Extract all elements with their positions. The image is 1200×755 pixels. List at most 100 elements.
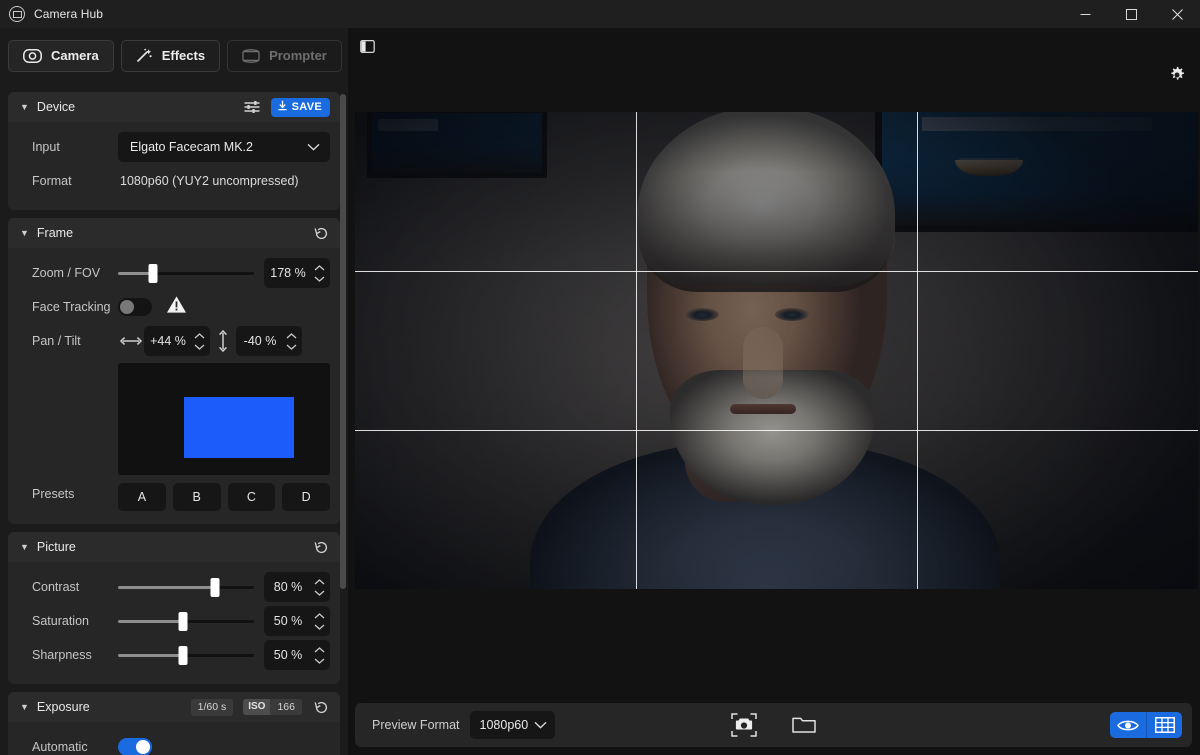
chevron-down-icon	[307, 140, 320, 154]
window-controls	[1062, 0, 1200, 28]
grid-line-horizontal-2	[355, 429, 1198, 431]
preset-c-button[interactable]: C	[227, 483, 276, 511]
slider-fill	[118, 619, 184, 623]
slider-thumb[interactable]	[210, 577, 220, 597]
presets-label: Presets	[32, 487, 75, 501]
warning-icon	[166, 295, 187, 319]
preset-d-button[interactable]: D	[282, 483, 330, 511]
sharpness-row: Sharpness 50 %	[18, 639, 330, 671]
stepper-arrows[interactable]	[192, 332, 210, 350]
saturation-label: Saturation	[32, 614, 89, 628]
tab-prompter[interactable]: Prompter	[227, 39, 342, 72]
zoom-label: Zoom / FOV	[32, 266, 101, 280]
save-button[interactable]: SAVE	[270, 97, 330, 117]
grid-icon[interactable]	[1146, 712, 1182, 738]
slider-thumb[interactable]	[178, 611, 188, 631]
face-tracking-row: Face Tracking	[18, 291, 330, 323]
grid-line-horizontal-1	[355, 270, 1198, 272]
save-button-label: SAVE	[291, 101, 322, 113]
camera-preview[interactable]	[355, 112, 1200, 625]
settings-panels: ▼ Device SAVE Input Elgato Facecam MK.2 …	[0, 92, 348, 755]
sharpness-stepper[interactable]: 50 %	[264, 640, 330, 670]
device-header-actions: SAVE	[243, 97, 330, 117]
sliders-icon[interactable]	[243, 98, 261, 116]
frame-preview-row	[18, 359, 330, 475]
tilt-stepper[interactable]: -40 %	[236, 326, 302, 356]
sidebar-scrollbar-thumb[interactable]	[340, 94, 346, 589]
folder-icon[interactable]	[789, 710, 819, 740]
exposure-section-title: Exposure	[36, 700, 90, 714]
chevron-down-icon[interactable]: ▼	[20, 702, 29, 712]
snapshot-icon[interactable]	[729, 710, 759, 740]
wand-icon	[136, 48, 153, 63]
zoom-slider[interactable]	[118, 262, 254, 284]
tab-camera-label: Camera	[51, 48, 99, 63]
exposure-section-header[interactable]: ▼ Exposure 1/60 s ISO 166	[8, 692, 340, 722]
sharpness-label: Sharpness	[32, 648, 92, 662]
reset-icon[interactable]	[312, 224, 330, 242]
face-tracking-toggle[interactable]	[118, 298, 152, 316]
stepper-arrows[interactable]	[312, 646, 330, 664]
maximize-icon[interactable]	[1108, 0, 1154, 28]
preset-a-button[interactable]: A	[118, 483, 166, 511]
preset-b-button[interactable]: B	[172, 483, 221, 511]
control-sidebar: Camera Effects Prompter ▼ Device SAVE In…	[0, 28, 348, 755]
reset-icon[interactable]	[312, 538, 330, 556]
minimize-icon[interactable]	[1062, 0, 1108, 28]
tab-camera[interactable]: Camera	[8, 39, 114, 72]
input-select[interactable]: Elgato Facecam MK.2	[118, 132, 330, 162]
stepper-arrows[interactable]	[284, 332, 302, 350]
close-icon[interactable]	[1154, 0, 1200, 28]
preview-format-select[interactable]: 1080p60	[469, 711, 555, 739]
slider-thumb[interactable]	[178, 645, 188, 665]
zoom-slider-thumb[interactable]	[148, 263, 158, 283]
sidebar-collapse-icon[interactable]	[356, 35, 378, 57]
tab-effects[interactable]: Effects	[120, 39, 221, 72]
zoom-row: Zoom / FOV 178 %	[18, 257, 330, 289]
reset-icon[interactable]	[312, 698, 330, 716]
format-row: Format 1080p60 (YUY2 uncompressed)	[18, 165, 330, 197]
vertical-arrows-icon	[210, 330, 236, 352]
contrast-row: Contrast 80 %	[18, 571, 330, 603]
contrast-slider[interactable]	[118, 576, 254, 598]
stepper-arrows[interactable]	[312, 612, 330, 630]
automatic-label: Automatic	[32, 740, 88, 754]
iso-badge-value: 166	[277, 701, 295, 713]
zoom-stepper[interactable]: 178 %	[264, 258, 330, 288]
frame-preview[interactable]	[118, 363, 330, 475]
camera-preview-video[interactable]	[355, 112, 1198, 589]
app-body: Camera Effects Prompter ▼ Device SAVE In…	[0, 28, 1200, 755]
input-label: Input	[32, 140, 60, 154]
preview-bottom-bar: Preview Format 1080p60	[355, 703, 1192, 747]
sharpness-slider[interactable]	[118, 644, 254, 666]
grid-line-vertical-2	[916, 112, 918, 589]
frame-preview-crop-rect[interactable]	[183, 396, 294, 459]
pan-stepper[interactable]: +44 %	[144, 326, 210, 356]
frame-section-title: Frame	[36, 226, 74, 240]
format-label: Format	[32, 174, 72, 188]
saturation-stepper[interactable]: 50 %	[264, 606, 330, 636]
exposure-header-badges: 1/60 s ISO 166	[190, 698, 330, 716]
saturation-slider[interactable]	[118, 610, 254, 632]
presets-row: Presets A B C D	[18, 475, 330, 511]
chevron-down-icon[interactable]: ▼	[20, 102, 29, 112]
slider-fill	[118, 585, 215, 589]
picture-section-header[interactable]: ▼ Picture	[8, 532, 340, 562]
exposure-section: ▼ Exposure 1/60 s ISO 166 Automatic	[8, 692, 340, 755]
device-section-header[interactable]: ▼ Device SAVE	[8, 92, 340, 122]
automatic-toggle[interactable]	[118, 738, 152, 755]
chevron-down-icon[interactable]: ▼	[20, 228, 29, 238]
frame-section-header[interactable]: ▼ Frame	[8, 218, 340, 248]
sidebar-scrollbar[interactable]	[340, 92, 346, 755]
stepper-arrows[interactable]	[312, 264, 330, 282]
contrast-stepper[interactable]: 80 %	[264, 572, 330, 602]
face-tracking-label: Face Tracking	[32, 300, 111, 314]
gear-icon[interactable]	[1166, 64, 1188, 86]
camera-icon	[23, 48, 42, 63]
input-select-value: Elgato Facecam MK.2	[130, 140, 253, 154]
chevron-down-icon[interactable]: ▼	[20, 542, 29, 552]
eye-icon[interactable]	[1110, 712, 1146, 738]
stepper-arrows[interactable]	[312, 578, 330, 596]
automatic-row: Automatic	[18, 731, 330, 755]
preview-color-cast	[355, 112, 1198, 589]
